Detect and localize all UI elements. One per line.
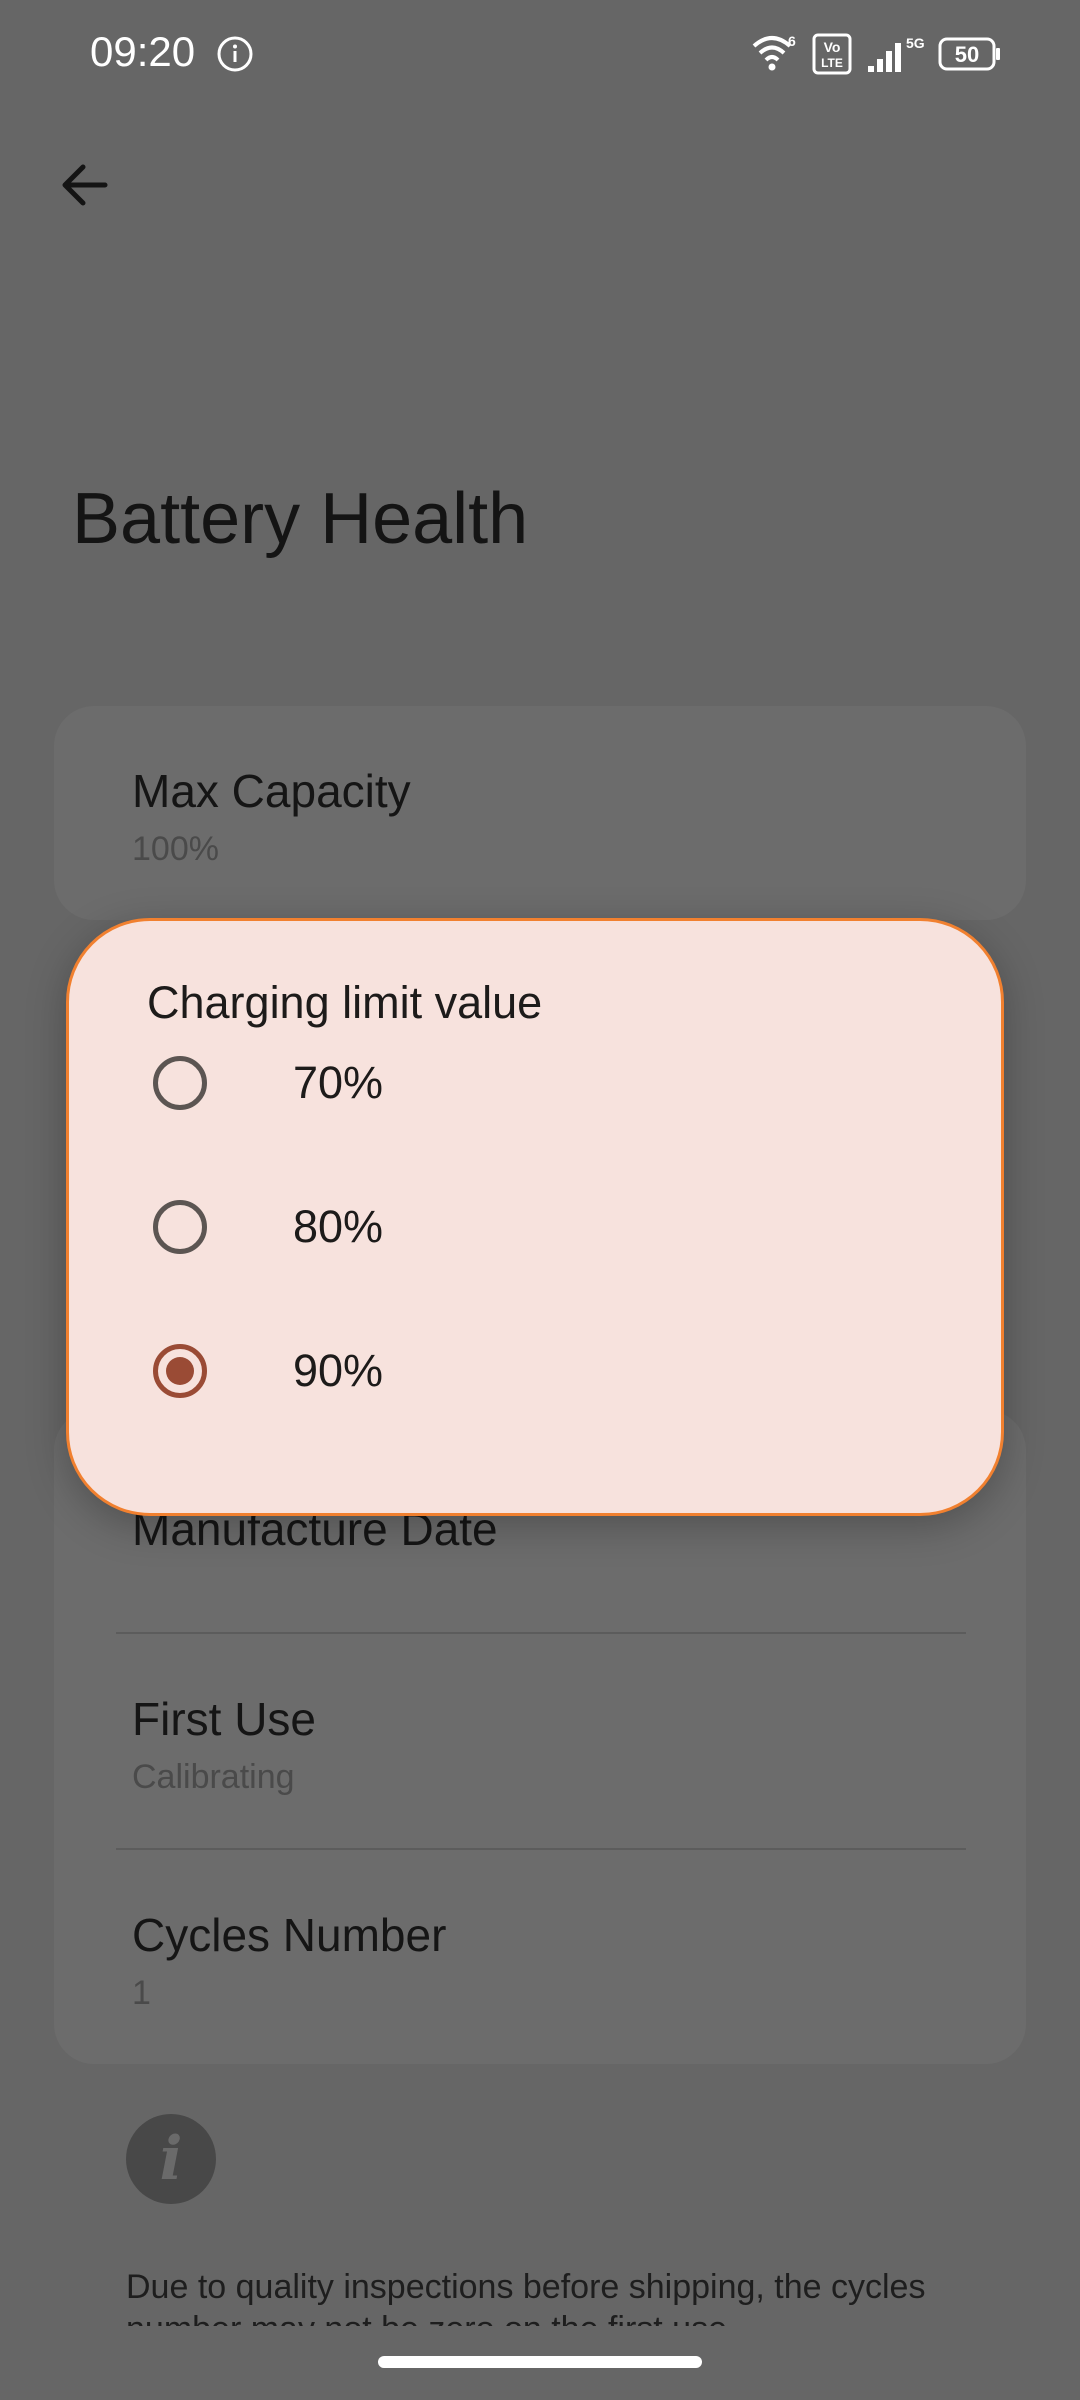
- cycles-number-title: Cycles Number: [132, 1909, 447, 1961]
- info-status-icon: [217, 36, 253, 72]
- status-icons: 6 Vo LTE 5G 50: [750, 30, 1002, 78]
- home-indicator[interactable]: [378, 2356, 702, 2368]
- radio-button[interactable]: [153, 1200, 207, 1254]
- option-label: 80%: [293, 1201, 384, 1252]
- max-capacity-card: Max Capacity 100%: [54, 706, 1026, 920]
- option-label: 90%: [293, 1345, 384, 1396]
- network-type: 5G: [906, 35, 924, 51]
- info-glyph: i: [159, 2124, 183, 2194]
- divider: [116, 1848, 966, 1850]
- cycles-note: Due to quality inspections before shippi…: [126, 2268, 926, 2326]
- divider: [116, 1632, 966, 1634]
- radio-button-selected[interactable]: [153, 1344, 207, 1398]
- back-button[interactable]: [40, 140, 130, 230]
- battery-icon: 50: [938, 37, 1000, 71]
- status-bar: 09:20 6 Vo LTE 5G 50: [0, 0, 1080, 110]
- wifi-badge: 6: [788, 33, 796, 49]
- radio-button[interactable]: [153, 1056, 207, 1110]
- battery-level: 50: [955, 42, 979, 67]
- max-capacity-title: Max Capacity: [132, 765, 411, 817]
- volte-bottom-text: LTE: [821, 56, 843, 70]
- option-label: 70%: [293, 1057, 384, 1108]
- option-80[interactable]: 80%: [69, 1163, 1001, 1293]
- first-use-value: Calibrating: [132, 1758, 295, 1796]
- volte-top-text: Vo: [824, 39, 841, 55]
- option-70[interactable]: 70%: [69, 1019, 1001, 1149]
- back-arrow-icon: [62, 164, 108, 206]
- cycles-number-value: 1: [132, 1974, 151, 2012]
- signal-icon: 5G: [868, 35, 924, 72]
- status-time: 09:20: [90, 28, 196, 75]
- wifi-icon: 6: [752, 33, 796, 71]
- option-90[interactable]: 90%: [69, 1307, 1001, 1437]
- first-use-title: First Use: [132, 1693, 316, 1745]
- info-icon: i: [126, 2114, 216, 2204]
- page-title: Battery Health: [72, 479, 529, 559]
- charging-limit-dialog: Charging limit value 70% 80% 90%: [66, 918, 1004, 1516]
- volte-icon: Vo LTE: [812, 33, 852, 75]
- max-capacity-value: 100%: [132, 830, 219, 868]
